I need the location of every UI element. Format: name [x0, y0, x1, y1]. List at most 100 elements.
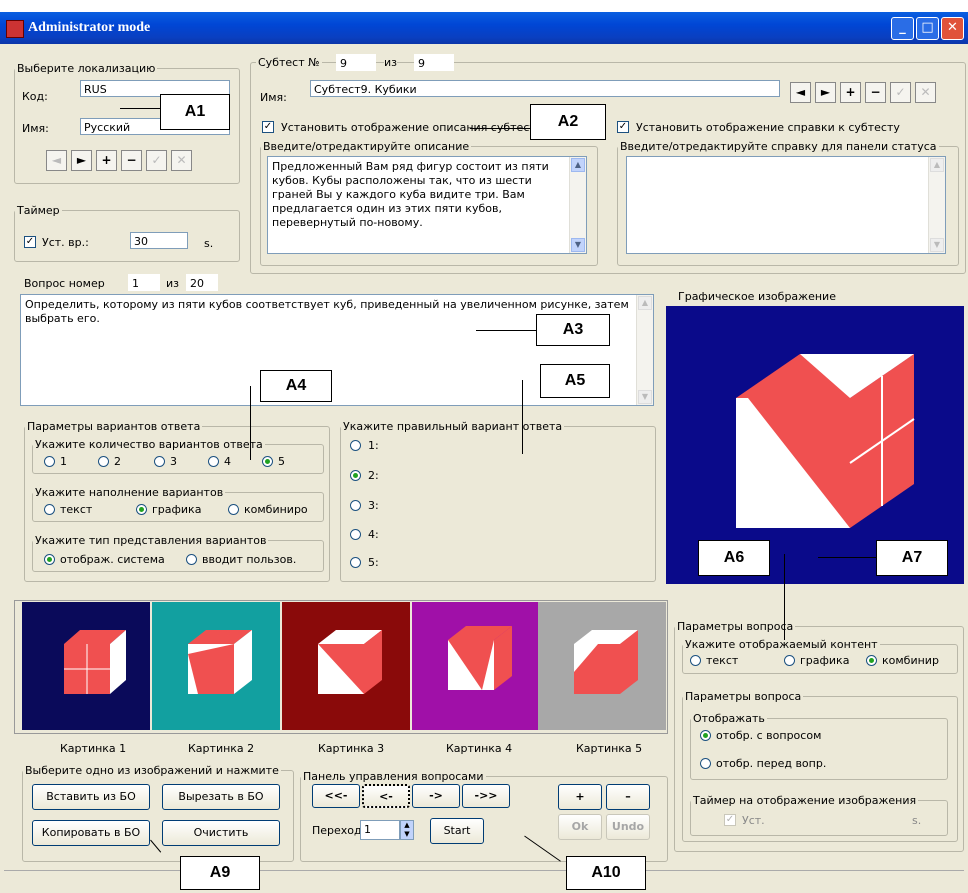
insert-from-db-button[interactable]: Вставить из БО — [32, 784, 150, 810]
subtest-next-icon[interactable]: ► — [815, 82, 836, 103]
count-3-label: 3 — [170, 455, 177, 468]
add-icon[interactable]: + — [96, 150, 117, 171]
copy-to-db-button[interactable]: Копировать в БО — [32, 820, 150, 846]
fill-graphics-radio[interactable] — [136, 504, 147, 515]
name-label: Имя: — [22, 122, 49, 135]
last-question-button[interactable]: ->> — [462, 784, 510, 808]
picture-3-thumb[interactable] — [282, 602, 410, 730]
fill-combined-label: комбиниро — [244, 503, 308, 516]
picture-2-thumb[interactable] — [152, 602, 280, 730]
prev-icon[interactable]: ◄ — [46, 150, 67, 171]
type-user-radio[interactable] — [186, 554, 197, 565]
clear-button[interactable]: Очистить — [162, 820, 280, 846]
subtest-num-input[interactable]: 9 — [336, 54, 376, 71]
ok-button[interactable]: Ok — [558, 814, 602, 840]
subtest-cancel-icon[interactable]: ✕ — [915, 82, 936, 103]
picture-5-label: Картинка 5 — [576, 742, 643, 755]
type-system-label: отображ. система — [60, 553, 165, 566]
remove-question-button[interactable]: – — [606, 784, 650, 810]
cube-1-image — [22, 602, 150, 730]
cut-to-db-button[interactable]: Вырезать в БО — [162, 784, 280, 810]
subtest-prev-icon[interactable]: ◄ — [790, 82, 811, 103]
image-timer-unit: s. — [912, 814, 922, 827]
question-params-inner-legend: Параметры вопроса — [685, 690, 802, 703]
next-question-button[interactable]: -> — [412, 784, 460, 808]
content-combined-label: комбинир — [882, 654, 939, 667]
subtest-num-label: Субтест № — [256, 56, 322, 69]
confirm-icon[interactable]: ✓ — [146, 150, 167, 171]
timer-input[interactable]: 30 — [130, 232, 188, 249]
subtest-confirm-icon[interactable]: ✓ — [890, 82, 911, 103]
picture-1-thumb[interactable] — [22, 602, 150, 730]
correct-3-radio[interactable] — [350, 500, 361, 511]
prev-question-button[interactable]: <- — [362, 784, 410, 808]
answer-count-legend: Укажите количество вариантов ответа — [35, 438, 263, 451]
annotation-a2-line — [470, 128, 530, 129]
picture-4-thumb[interactable] — [412, 602, 540, 730]
show-before-question-radio[interactable] — [700, 758, 711, 769]
subtest-add-icon[interactable]: + — [840, 82, 861, 103]
annotation-a6: A6 — [698, 540, 770, 576]
help-legend: Введите/отредактируйте справку для панел… — [620, 140, 937, 153]
desc-textarea[interactable]: Предложенный Вам ряд фигур состоит из пя… — [267, 156, 587, 254]
help-scrollbar[interactable]: ▲ ▼ — [928, 157, 945, 253]
content-graphics-radio[interactable] — [784, 655, 795, 666]
code-label: Код: — [22, 90, 48, 103]
count-2-radio[interactable] — [98, 456, 109, 467]
image-actions-legend: Выберите одно из изображений и нажмите — [25, 764, 279, 777]
timer-checkbox[interactable]: ✓ — [24, 236, 36, 248]
correct-legend: Укажите правильный вариант ответа — [343, 420, 563, 433]
count-1-radio[interactable] — [44, 456, 55, 467]
fill-combined-radio[interactable] — [228, 504, 239, 515]
cube-3-image — [282, 602, 410, 730]
goto-label: Переход — [312, 824, 362, 837]
question-num-label: Вопрос номер — [24, 277, 105, 290]
image-timer-checkbox[interactable]: ✓ — [724, 814, 736, 826]
subtest-name-input[interactable]: Субтест9. Кубики — [310, 80, 780, 97]
show-desc-checkbox[interactable]: ✓ — [262, 121, 274, 133]
correct-5-radio[interactable] — [350, 557, 361, 568]
answer-params-legend: Параметры вариантов ответа — [27, 420, 201, 433]
fill-legend: Укажите наполнение вариантов — [35, 486, 224, 499]
image-timer-label: Уст. — [742, 814, 765, 827]
correct-1-radio[interactable] — [350, 440, 361, 451]
show-with-question-label: отобр. с вопросом — [716, 729, 822, 742]
correct-2-radio[interactable] — [350, 470, 361, 481]
type-system-radio[interactable] — [44, 554, 55, 565]
content-combined-radio[interactable] — [866, 655, 877, 666]
subtest-remove-icon[interactable]: − — [865, 82, 886, 103]
add-question-button[interactable]: + — [558, 784, 602, 810]
maximize-button[interactable]: □ — [916, 17, 939, 40]
locale-legend: Выберите локализацию — [17, 62, 156, 75]
correct-4-radio[interactable] — [350, 529, 361, 540]
undo-button[interactable]: Undo — [606, 814, 650, 840]
top-strip — [760, 0, 968, 12]
count-3-radio[interactable] — [154, 456, 165, 467]
next-icon[interactable]: ► — [71, 150, 92, 171]
close-button[interactable]: ✕ — [941, 17, 964, 40]
question-scrollbar[interactable]: ▲ ▼ — [636, 295, 653, 405]
desc-scrollbar[interactable]: ▲ ▼ — [569, 157, 586, 253]
first-question-button[interactable]: <<- — [312, 784, 360, 808]
count-5-radio[interactable] — [262, 456, 273, 467]
remove-icon[interactable]: − — [121, 150, 142, 171]
content-text-radio[interactable] — [690, 655, 701, 666]
annotation-a2: A2 — [530, 104, 606, 140]
cancel-icon[interactable]: ✕ — [171, 150, 192, 171]
minimize-button[interactable]: _ — [891, 17, 914, 40]
show-help-checkbox[interactable]: ✓ — [617, 121, 629, 133]
count-4-radio[interactable] — [208, 456, 219, 467]
question-num-input[interactable]: 1 — [128, 274, 160, 291]
picture-5-thumb[interactable] — [538, 602, 666, 730]
count-4-label: 4 — [224, 455, 231, 468]
goto-input[interactable]: 1 — [360, 820, 400, 840]
start-button[interactable]: Start — [430, 818, 484, 844]
fill-text-radio[interactable] — [44, 504, 55, 515]
show-with-question-radio[interactable] — [700, 730, 711, 741]
help-textarea[interactable]: ▲ ▼ — [626, 156, 946, 254]
image-timer-legend: Таймер на отображение изображения — [693, 794, 917, 807]
show-help-label: Установить отображение справки к субтест… — [636, 121, 900, 134]
goto-spinner[interactable]: ▲ ▼ — [400, 820, 414, 840]
correct-5-label: 5: — [368, 556, 379, 569]
picture-4-label: Картинка 4 — [446, 742, 513, 755]
